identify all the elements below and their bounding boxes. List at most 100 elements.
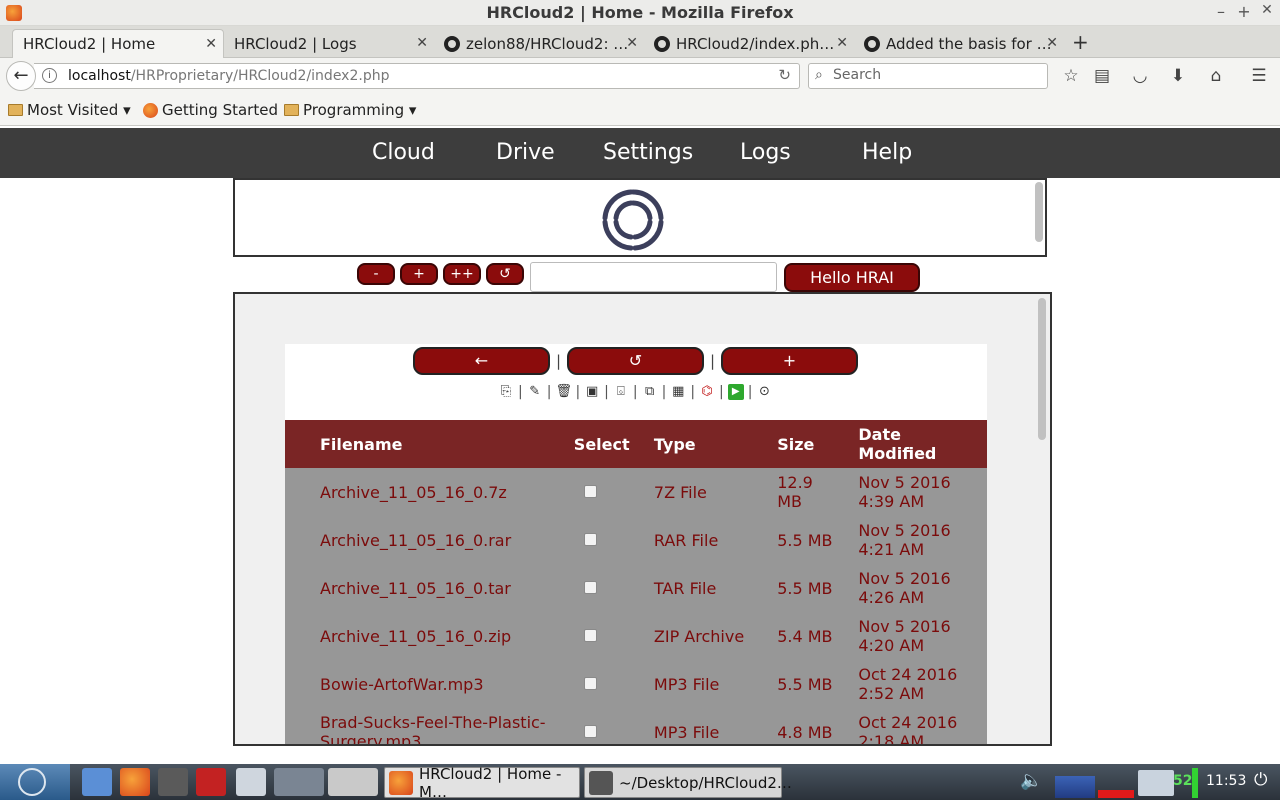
hrai-input[interactable]	[530, 262, 777, 292]
nav-settings[interactable]: Settings	[603, 140, 693, 165]
drive-frame-scrollbar[interactable]	[1038, 298, 1046, 440]
file-name[interactable]: Archive_11_05_16_0.7z	[285, 468, 574, 516]
column-select[interactable]: Select	[573, 420, 654, 468]
column-type[interactable]: Type	[653, 420, 778, 468]
bookmark-star-icon[interactable]: ☆	[1059, 66, 1083, 86]
bookmark-most-visited[interactable]: Most Visited ▾	[8, 101, 131, 119]
table-row[interactable]: Archive_11_05_16_0.7z 7Z File 12.9 MB Nov…	[285, 468, 987, 516]
zoom-out-button[interactable]: -	[357, 263, 395, 285]
column-filename[interactable]: Filename	[285, 420, 574, 468]
home-icon[interactable]: ⌂	[1204, 66, 1228, 86]
nav-cloud[interactable]: Cloud	[372, 140, 435, 165]
table-row[interactable]: Bowie-ArtofWar.mp3 MP3 File 5.5 MB Oct 2…	[285, 660, 987, 708]
table-row[interactable]: Brad-Sucks-Feel-The-Plastic-Surgery.mp3 …	[285, 708, 987, 744]
sublime-launcher-icon[interactable]	[158, 768, 188, 796]
file-size: 12.9 MB	[777, 468, 859, 516]
close-tab-icon[interactable]: ✕	[626, 35, 638, 51]
close-tab-icon[interactable]: ✕	[205, 36, 217, 52]
url-text[interactable]: localhost/HRProprietary/HRCloud2/index2.…	[68, 68, 389, 84]
nav-help[interactable]: Help	[862, 140, 912, 165]
search-box[interactable]: ⌕	[808, 63, 1048, 89]
image-icon[interactable]: ▦	[670, 384, 686, 400]
column-date-modified[interactable]: Date Modified	[858, 420, 987, 468]
convert-icon[interactable]: ⧉	[642, 384, 658, 400]
edit-icon[interactable]: ✎	[527, 384, 543, 400]
table-row[interactable]: Archive_11_05_16_0.tar TAR File 5.5 MB N…	[285, 564, 987, 612]
start-logo-icon	[18, 768, 46, 796]
workspace-1[interactable]	[274, 768, 324, 796]
tab-github-zelon88[interactable]: zelon88/HRCloud2: … ✕	[434, 29, 644, 58]
play-icon[interactable]: ▶	[727, 384, 744, 400]
site-info-icon[interactable]: i	[42, 68, 57, 83]
maximize-button[interactable]: +	[1234, 2, 1254, 21]
select-checkbox[interactable]	[583, 676, 597, 690]
file-name[interactable]: Archive_11_05_16_0.rar	[285, 516, 574, 564]
copy-icon[interactable]: ⎘	[498, 384, 514, 400]
file-size: 5.5 MB	[777, 516, 859, 564]
close-tab-icon[interactable]: ✕	[1046, 35, 1058, 51]
file-date: Oct 24 2016 2:52 AM	[858, 660, 987, 708]
drive-refresh-button[interactable]: ↺	[567, 347, 704, 375]
file-type: RAR File	[653, 516, 778, 564]
workspace-2[interactable]	[328, 768, 378, 796]
search-icon[interactable]: ⊙	[756, 384, 772, 400]
column-size[interactable]: Size	[777, 420, 859, 468]
url-bar[interactable]: i localhost/HRProprietary/HRCloud2/index…	[34, 63, 800, 89]
select-checkbox[interactable]	[583, 628, 597, 642]
close-window-button[interactable]: ✕	[1257, 2, 1277, 18]
window-launcher-icon[interactable]	[236, 768, 266, 796]
close-tab-icon[interactable]: ✕	[836, 35, 848, 51]
reset-button[interactable]: ↺	[486, 263, 524, 285]
minimize-button[interactable]: –	[1211, 2, 1231, 21]
app-nav: Cloud Drive Settings Logs Help	[0, 128, 1280, 178]
volume-icon[interactable]: 🔈	[1020, 770, 1042, 791]
delete-icon[interactable]: 🗑	[555, 384, 572, 400]
drive-add-button[interactable]: +	[721, 347, 858, 375]
table-row[interactable]: Archive_11_05_16_0.zip ZIP Archive 5.4 M…	[285, 612, 987, 660]
pocket-icon[interactable]: ◡	[1128, 66, 1152, 86]
nav-logs[interactable]: Logs	[740, 140, 791, 165]
app-launcher-icon[interactable]	[196, 768, 226, 796]
file-name[interactable]: Bowie-ArtofWar.mp3	[285, 660, 574, 708]
file-name[interactable]: Brad-Sucks-Feel-The-Plastic-Surgery.mp3	[285, 708, 574, 744]
tab-github-index[interactable]: HRCloud2/index.ph… ✕	[644, 29, 854, 58]
select-checkbox[interactable]	[583, 724, 597, 738]
network-icon[interactable]	[1138, 770, 1174, 796]
firefox-launcher-icon[interactable]	[120, 768, 150, 796]
file-name[interactable]: Archive_11_05_16_0.tar	[285, 564, 574, 612]
drive-back-button[interactable]: ←	[413, 347, 550, 375]
power-icon[interactable]: ⏻	[1254, 770, 1267, 790]
reload-icon[interactable]: ↻	[778, 66, 791, 84]
back-button[interactable]: ←	[6, 61, 36, 91]
logo-frame-scrollbar[interactable]	[1035, 182, 1043, 242]
search-icon: ⌕	[815, 67, 823, 83]
table-row[interactable]: Archive_11_05_16_0.rar RAR File 5.5 MB N…	[285, 516, 987, 564]
tab-hrcloud2-logs[interactable]: HRCloud2 | Logs ✕	[224, 29, 434, 58]
select-checkbox[interactable]	[583, 532, 597, 546]
zoom-in-more-button[interactable]: ++	[443, 263, 481, 285]
folder-icon[interactable]: ⌺	[613, 384, 629, 400]
file-name[interactable]: Archive_11_05_16_0.zip	[285, 612, 574, 660]
archive-icon[interactable]: ▣	[584, 384, 600, 400]
pdf-icon[interactable]: ⌬	[699, 384, 715, 400]
start-menu-button[interactable]	[0, 764, 70, 800]
select-checkbox[interactable]	[583, 580, 597, 594]
tab-github-commit[interactable]: Added the basis for … ✕	[854, 29, 1064, 58]
file-manager-launcher-icon[interactable]	[82, 768, 112, 796]
tab-hrcloud2-home[interactable]: HRCloud2 | Home ✕	[12, 29, 224, 58]
file-date-line2: 4:20 AM	[858, 636, 925, 655]
search-input[interactable]	[833, 67, 1043, 83]
menu-icon[interactable]: ☰	[1247, 66, 1271, 86]
nav-drive[interactable]: Drive	[496, 140, 555, 165]
select-checkbox[interactable]	[583, 484, 597, 498]
zoom-in-button[interactable]: +	[400, 263, 438, 285]
new-tab-button[interactable]: +	[1072, 30, 1089, 54]
bookmark-programming[interactable]: Programming ▾	[284, 101, 416, 119]
close-tab-icon[interactable]: ✕	[416, 35, 428, 51]
taskbar-window-firefox[interactable]: HRCloud2 | Home - M…	[384, 765, 580, 800]
hello-hrai-button[interactable]: Hello HRAI	[784, 263, 920, 292]
reading-list-icon[interactable]: ▤	[1090, 66, 1114, 86]
taskbar-window-editor[interactable]: ~/Desktop/HRCloud2…	[584, 767, 792, 798]
bookmark-getting-started[interactable]: Getting Started	[143, 101, 278, 119]
downloads-icon[interactable]: ⬇	[1166, 66, 1190, 86]
